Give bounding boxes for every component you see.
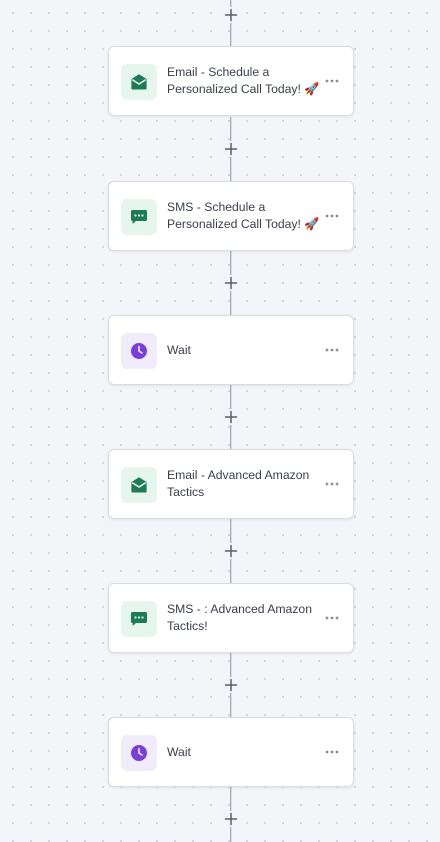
plus-icon <box>223 543 239 559</box>
workflow-step-wait[interactable]: Wait <box>108 315 354 385</box>
step-icon-tile <box>121 199 157 235</box>
step-more-button[interactable] <box>324 611 340 625</box>
workflow-step-sms[interactable]: SMS - Schedule a Personalized Call Today… <box>108 181 354 251</box>
plus-icon <box>223 409 239 425</box>
add-step-button[interactable] <box>223 275 239 291</box>
plus-icon <box>223 141 239 157</box>
step-more-button[interactable] <box>324 745 340 759</box>
step-more-button[interactable] <box>324 343 340 357</box>
workflow-step-wait[interactable]: Wait <box>108 717 354 787</box>
step-label: Wait <box>167 744 191 759</box>
step-more-button[interactable] <box>324 209 340 223</box>
add-step-button[interactable] <box>223 141 239 157</box>
more-horizontal-icon <box>325 214 339 218</box>
step-icon-tile <box>121 64 157 100</box>
add-step-button[interactable] <box>223 7 239 23</box>
step-icon-tile <box>121 735 157 771</box>
plus-icon <box>223 275 239 291</box>
email-open-icon <box>131 477 147 493</box>
step-icon-tile <box>121 601 157 637</box>
plus-icon <box>223 7 239 23</box>
more-horizontal-icon <box>325 348 339 352</box>
add-step-button[interactable] <box>223 543 239 559</box>
add-step-button[interactable] <box>223 409 239 425</box>
sms-chat-icon <box>131 210 147 224</box>
workflow-canvas: Email - Schedule a Personalized Call Tod… <box>0 0 440 842</box>
workflow-step-email[interactable]: Email - Advanced Amazon Tactics <box>108 449 354 519</box>
workflow-step-email[interactable]: Email - Schedule a Personalized Call Tod… <box>108 46 354 116</box>
step-label: Email - Advanced Amazon Tactics <box>167 468 310 499</box>
step-label: SMS - Schedule a Personalized Call Today… <box>167 200 320 231</box>
step-label: SMS - : Advanced Amazon Tactics! <box>167 602 312 633</box>
sms-chat-icon <box>131 612 147 626</box>
step-icon-tile <box>121 333 157 369</box>
more-horizontal-icon <box>325 750 339 754</box>
plus-icon <box>223 811 239 827</box>
step-more-button[interactable] <box>324 74 340 88</box>
more-horizontal-icon <box>325 616 339 620</box>
more-horizontal-icon <box>325 79 339 83</box>
step-label: Email - Schedule a Personalized Call Tod… <box>167 65 320 96</box>
email-open-icon <box>131 74 147 90</box>
more-horizontal-icon <box>325 482 339 486</box>
add-step-button[interactable] <box>223 677 239 693</box>
plus-icon <box>223 677 239 693</box>
workflow-step-sms[interactable]: SMS - : Advanced Amazon Tactics! <box>108 583 354 653</box>
step-label: Wait <box>167 342 191 357</box>
clock-icon <box>131 745 147 761</box>
step-icon-tile <box>121 467 157 503</box>
add-step-button[interactable] <box>223 811 239 827</box>
step-more-button[interactable] <box>324 477 340 491</box>
clock-icon <box>131 343 147 359</box>
